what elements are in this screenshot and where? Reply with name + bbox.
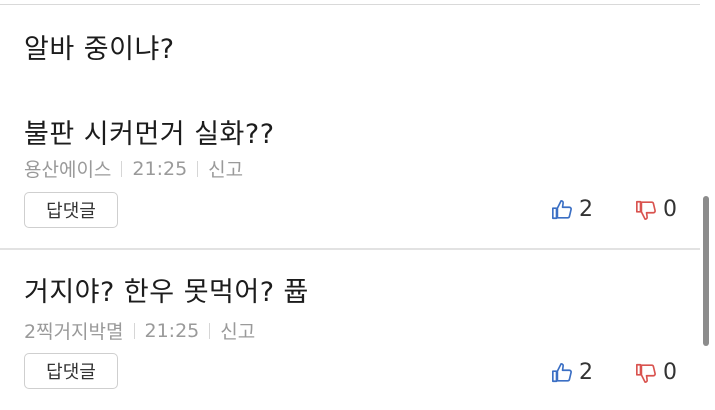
comment-meta: 용산에이스 21:25 신고 xyxy=(24,155,243,182)
report-link[interactable]: 신고 xyxy=(208,155,243,182)
comment-text-line: 알바 중이냐? xyxy=(24,34,175,65)
meta-separator xyxy=(133,322,135,339)
meta-separator xyxy=(121,160,123,177)
comment-text-line: 불판 시커먼거 실화?? xyxy=(24,119,275,150)
reply-button[interactable]: 답댓글 xyxy=(24,353,118,389)
meta-separator xyxy=(197,160,199,177)
thumbs-down-icon xyxy=(636,363,656,383)
reply-button[interactable]: 답댓글 xyxy=(24,192,118,228)
dislike-count: 0 xyxy=(663,197,677,222)
like-count: 2 xyxy=(579,197,593,222)
dislike-button[interactable]: 0 xyxy=(635,360,677,385)
like-button[interactable]: 2 xyxy=(551,360,593,385)
like-button[interactable]: 2 xyxy=(551,197,593,222)
comment-item: 거지야? 한우 못먹어? 퓹 2찍거지박멸 21:25 신고 답댓글 2 0 xyxy=(0,250,700,410)
thumbs-up-icon xyxy=(552,199,572,219)
comment-author[interactable]: 2찍거지박멸 xyxy=(24,317,124,344)
dislike-button[interactable]: 0 xyxy=(635,197,677,222)
comment-time: 21:25 xyxy=(144,319,200,342)
scrollbar-thumb[interactable] xyxy=(703,196,709,346)
comment-text-line: 거지야? 한우 못먹어? 퓹 xyxy=(24,277,309,308)
comment-author[interactable]: 용산에이스 xyxy=(24,155,111,182)
thumbs-up-icon xyxy=(552,362,572,382)
comment-item: 알바 중이냐? 불판 시커먼거 실화?? 용산에이스 21:25 신고 답댓글 … xyxy=(0,5,700,248)
like-count: 2 xyxy=(579,360,593,385)
dislike-count: 0 xyxy=(663,360,677,385)
comment-time: 21:25 xyxy=(132,157,188,180)
report-link[interactable]: 신고 xyxy=(220,317,255,344)
meta-separator xyxy=(209,322,211,339)
thumbs-down-icon xyxy=(636,200,656,220)
comment-meta: 2찍거지박멸 21:25 신고 xyxy=(24,317,255,344)
